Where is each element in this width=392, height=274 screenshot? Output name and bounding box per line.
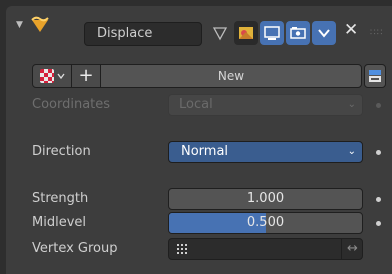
close-icon[interactable]: ✕: [344, 20, 358, 40]
swap-arrows-icon[interactable]: ↔: [347, 239, 358, 259]
drag-grip-icon[interactable]: ∷∷: [370, 28, 383, 38]
midlevel-label: Midlevel: [32, 215, 86, 230]
keyframe-dot-icon[interactable]: [376, 197, 381, 202]
texture-browse-button[interactable]: [32, 64, 72, 88]
coordinates-dropdown: Local ⌄: [168, 94, 363, 116]
plus-icon[interactable]: +: [72, 64, 100, 88]
checker-texture-icon: [39, 69, 54, 83]
new-texture-button[interactable]: New: [100, 64, 362, 88]
direction-dropdown[interactable]: Normal ⌄: [168, 141, 363, 163]
vertex-group-label: Vertex Group: [32, 241, 118, 256]
keyframe-dot-icon[interactable]: [376, 221, 381, 226]
keyframe-dot-icon[interactable]: [376, 150, 381, 155]
chevron-down-icon: ⌄: [347, 99, 356, 110]
triangle-vertex-icon[interactable]: [208, 21, 232, 45]
chevron-down-icon[interactable]: [312, 21, 336, 45]
strength-value: 1.000: [246, 191, 285, 206]
vertex-group-field[interactable]: ↔: [168, 238, 363, 260]
vertex-group-icon: [177, 244, 187, 254]
modifier-panel: ▼ Displace ✕ ∷∷ + New Coordinates Local …: [6, 6, 392, 274]
camera-icon[interactable]: [286, 21, 310, 45]
strength-label: Strength: [32, 191, 89, 206]
direction-value: Normal: [181, 144, 229, 159]
coordinates-label: Coordinates: [32, 97, 111, 112]
texture-properties-icon[interactable]: [364, 64, 386, 88]
chevron-down-icon: ⌄: [347, 146, 356, 157]
cage-icon[interactable]: [234, 21, 258, 45]
triangle-down-icon[interactable]: ▼: [16, 20, 23, 30]
strength-field[interactable]: 1.000: [168, 188, 363, 210]
midlevel-slider[interactable]: 0.500: [168, 212, 363, 234]
keyframe-dot-icon: [376, 103, 381, 108]
coordinates-value: Local: [179, 97, 213, 112]
direction-label: Direction: [32, 144, 91, 159]
vertex-group-divider: [341, 239, 342, 259]
modifier-name-field[interactable]: Displace: [84, 22, 202, 46]
monitor-icon[interactable]: [260, 21, 284, 45]
chevron-down-icon: [56, 73, 65, 80]
displace-modifier-icon: [31, 16, 49, 32]
midlevel-value: 0.500: [246, 215, 285, 230]
